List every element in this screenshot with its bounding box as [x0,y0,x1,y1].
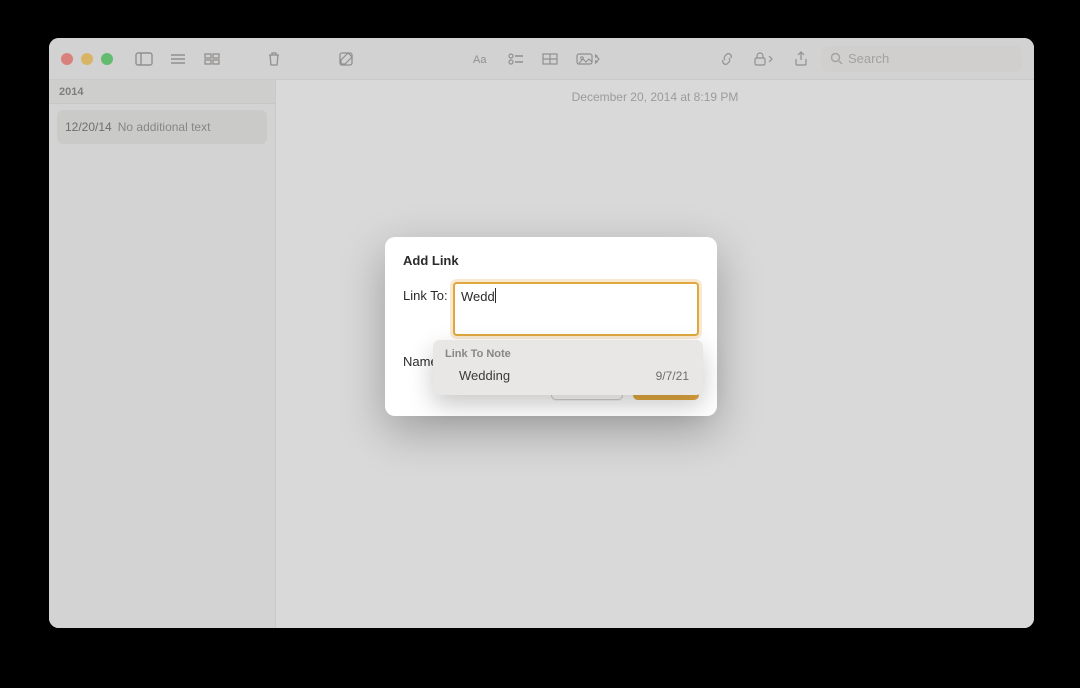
popover-header: Link To Note [443,348,693,360]
link-suggestion-popover: Link To Note Wedding 9/7/21 [433,340,703,395]
note-list-item[interactable]: 12/20/14 No additional text [57,110,267,144]
note-list-sidebar: 2014 12/20/14 No additional text [49,80,276,628]
link-to-label: Link To: [403,282,453,303]
titlebar: Aa Search [49,38,1034,80]
gallery-view-button[interactable] [198,47,226,71]
search-placeholder: Search [848,51,889,66]
dialog-title: Add Link [403,253,699,268]
suggestion-item[interactable]: Wedding 9/7/21 [443,364,693,385]
link-to-value: Wedd [461,289,495,304]
share-button[interactable] [787,47,815,71]
list-view-button[interactable] [164,47,192,71]
zoom-window-button[interactable] [101,53,113,65]
link-button[interactable] [713,47,741,71]
lock-button[interactable] [747,47,781,71]
checklist-button[interactable] [502,47,530,71]
note-list-section-header: 2014 [49,80,275,104]
svg-text:Aa: Aa [473,54,487,66]
suggestion-title: Wedding [459,368,510,383]
delete-note-button[interactable] [260,47,288,71]
note-timestamp: December 20, 2014 at 8:19 PM [276,80,1034,104]
new-note-button[interactable] [332,47,360,71]
note-list-item-date: 12/20/14 [65,120,112,134]
format-button[interactable]: Aa [468,47,496,71]
note-list-item-subtitle: No additional text [118,120,211,134]
window-controls [61,53,113,65]
minimize-window-button[interactable] [81,53,93,65]
toggle-sidebar-button[interactable] [130,47,158,71]
link-to-input[interactable]: Wedd [453,282,699,336]
table-button[interactable] [536,47,564,71]
suggestion-date: 9/7/21 [656,369,689,383]
media-button[interactable] [570,47,606,71]
close-window-button[interactable] [61,53,73,65]
search-icon [830,52,843,65]
search-field[interactable]: Search [822,46,1022,72]
